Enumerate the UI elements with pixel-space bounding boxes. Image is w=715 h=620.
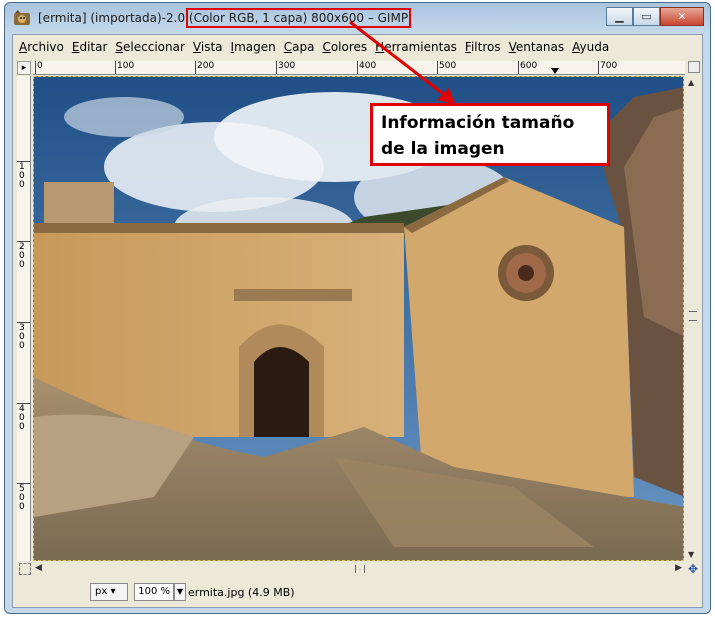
ruler-tick xyxy=(518,61,519,74)
ruler-tick xyxy=(35,61,36,74)
ruler-label: 0 xyxy=(37,61,43,71)
quick-mask-button[interactable] xyxy=(19,563,31,575)
ruler-tick xyxy=(115,61,116,74)
scroll-down-icon[interactable]: ▼ xyxy=(688,550,694,559)
ruler-tick xyxy=(437,61,438,74)
ruler-label: 500 xyxy=(19,484,25,512)
unit-select[interactable]: px ▾ xyxy=(90,583,128,601)
unit-value: px xyxy=(95,586,108,597)
maximize-icon: ▭ xyxy=(641,10,652,23)
ruler-label: 200 xyxy=(197,61,215,71)
minimize-icon: ▁ xyxy=(615,10,624,23)
menu-archivo[interactable]: Archivo xyxy=(19,40,64,54)
zoom-input[interactable]: 100 % xyxy=(134,583,174,601)
menu-capa[interactable]: Capa xyxy=(284,40,315,54)
close-button[interactable]: ✕ xyxy=(660,7,704,26)
title-bar[interactable]: [ermita] (importada)-2.0 (Color RGB, 1 c… xyxy=(5,3,710,33)
annotation-callout: Información tamaño de la imagen xyxy=(370,103,610,166)
callout-line-2: de la imagen xyxy=(381,139,505,159)
menu-bar: Archivo Editar Seleccionar Vista Imagen … xyxy=(13,35,702,59)
scroll-right-icon[interactable]: ▶ xyxy=(675,563,682,573)
window-title-file: [ermita] (importada)-2.0 xyxy=(38,11,189,25)
ruler-label: 300 xyxy=(278,61,296,71)
menu-ayuda[interactable]: Ayuda xyxy=(572,40,609,54)
menu-vista[interactable]: Vista xyxy=(193,40,223,54)
menu-editar[interactable]: Editar xyxy=(72,40,108,54)
ruler-label: 600 xyxy=(520,61,538,71)
menu-ventanas[interactable]: Ventanas xyxy=(509,40,565,54)
window-title-image-info: (Color RGB, 1 capa) 800x600 – GIMP xyxy=(185,8,412,28)
menu-colores[interactable]: Colores xyxy=(322,40,367,54)
ruler-tick xyxy=(598,61,599,74)
ruler-tick xyxy=(357,61,358,74)
gimp-icon xyxy=(14,10,30,25)
scroll-up-icon[interactable]: ▲ xyxy=(688,78,694,87)
minimize-button[interactable]: ▁ xyxy=(606,7,633,26)
status-bar: px ▾ 100 % ▼ ermita.jpg (4.9 MB) xyxy=(13,579,702,607)
chevron-down-icon: ▼ xyxy=(176,587,184,596)
vertical-scrollbar[interactable]: ▲ ▼ xyxy=(686,76,700,561)
menu-filtros[interactable]: Filtros xyxy=(465,40,501,54)
triangle-right-icon: ▸ xyxy=(21,63,27,73)
ruler-label: 400 xyxy=(359,61,377,71)
ruler-tick xyxy=(276,61,277,74)
menu-seleccionar[interactable]: Seleccionar xyxy=(115,40,185,54)
scroll-left-icon[interactable]: ◀ xyxy=(35,563,42,573)
scroll-grip[interactable] xyxy=(689,311,697,321)
ruler-label: 300 xyxy=(19,323,25,351)
ruler-label: 100 xyxy=(19,162,25,190)
gimp-window: [ermita] (importada)-2.0 (Color RGB, 1 c… xyxy=(4,2,711,614)
scroll-grip[interactable] xyxy=(355,565,365,573)
ruler-label: 400 xyxy=(19,404,25,432)
menu-arrow-button[interactable]: ▸ xyxy=(17,61,31,75)
ruler-tick xyxy=(195,61,196,74)
vertical-ruler[interactable]: 100 200 300 400 500 xyxy=(17,76,31,561)
ruler-label: 700 xyxy=(600,61,618,71)
move-icon[interactable]: ✥ xyxy=(688,562,698,576)
menu-imagen[interactable]: Imagen xyxy=(231,40,276,54)
close-icon: ✕ xyxy=(677,10,687,23)
callout-line-1: Información tamaño xyxy=(381,113,575,133)
ruler-label: 500 xyxy=(439,61,457,71)
menu-herramientas[interactable]: Herramientas xyxy=(375,40,457,54)
zoom-dropdown-button[interactable]: ▼ xyxy=(174,583,186,601)
ruler-pointer-marker xyxy=(551,68,559,74)
horizontal-ruler[interactable]: 0 100 200 300 400 500 600 700 xyxy=(33,61,685,75)
navigate-button[interactable] xyxy=(688,61,700,73)
maximize-button[interactable]: ▭ xyxy=(633,7,660,26)
window-controls: ▁ ▭ ✕ xyxy=(606,7,704,26)
ruler-label: 100 xyxy=(117,61,135,71)
window-title: [ermita] (importada)-2.0 (Color RGB, 1 c… xyxy=(38,8,412,28)
horizontal-scrollbar[interactable]: ◀ ▶ xyxy=(33,562,684,576)
status-file-info: ermita.jpg (4.9 MB) xyxy=(188,586,295,599)
ruler-label: 200 xyxy=(19,242,25,270)
